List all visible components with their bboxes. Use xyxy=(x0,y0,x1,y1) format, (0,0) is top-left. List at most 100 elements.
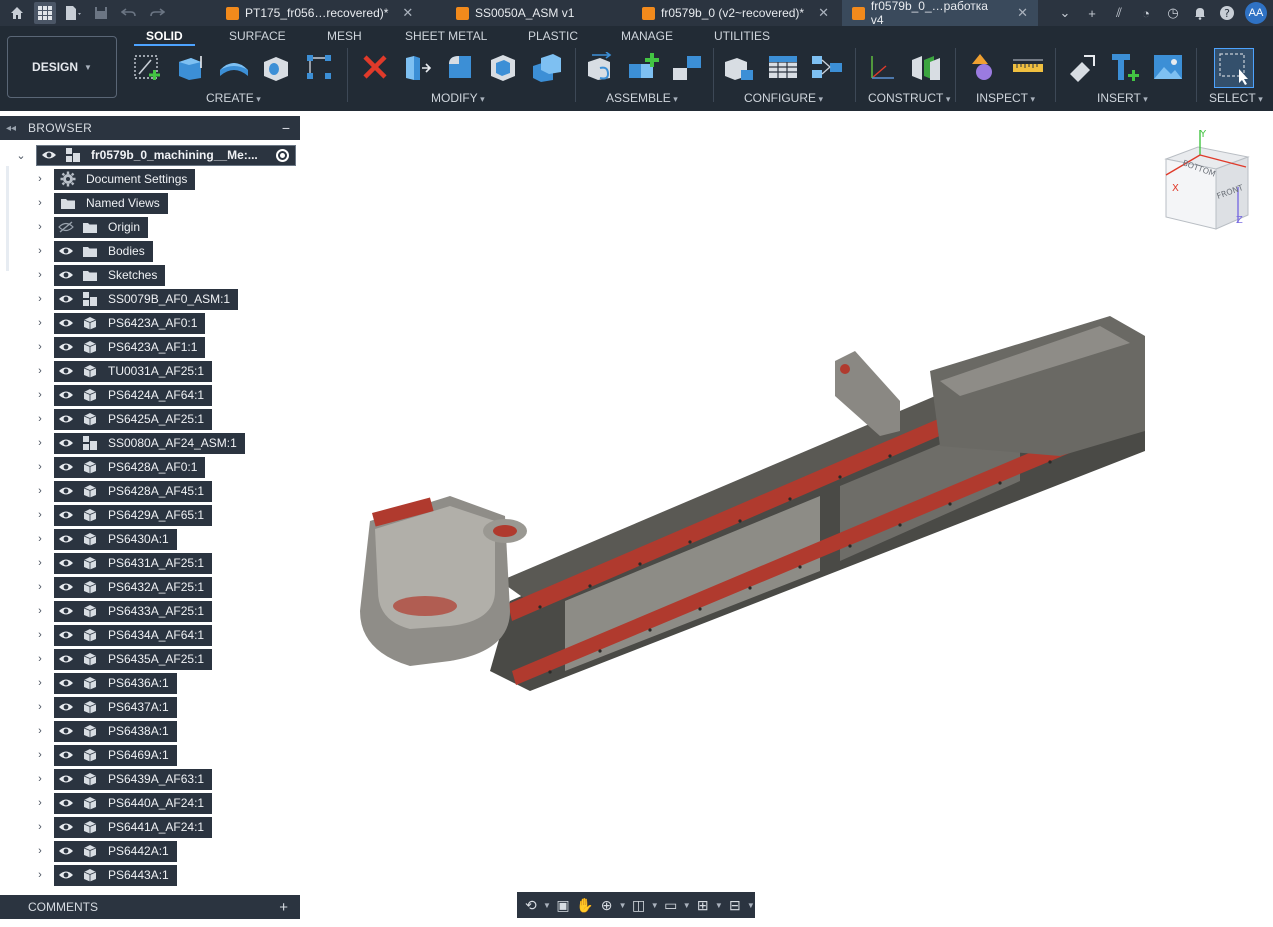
viewcube[interactable]: Y X Z BOTTOM FRONT xyxy=(1158,127,1253,232)
expand-chevron-icon[interactable]: › xyxy=(35,509,45,521)
tree-node[interactable]: SS0079B_AF0_ASM:1 xyxy=(54,288,239,310)
tree-node[interactable]: PS6428A_AF0:1 xyxy=(54,456,206,478)
new-component-icon[interactable] xyxy=(586,51,616,82)
grid-settings-icon[interactable]: ⊞ xyxy=(693,894,713,916)
tree-node[interactable]: Document Settings xyxy=(54,168,196,190)
tree-node[interactable]: PS6423A_AF0:1 xyxy=(54,312,206,334)
help-icon[interactable]: ? xyxy=(1218,4,1236,22)
visibility-eye-icon[interactable] xyxy=(39,145,59,166)
expand-chevron-icon[interactable]: › xyxy=(35,389,45,401)
zoom-icon[interactable]: ⊕ xyxy=(597,894,617,916)
tab-utilities[interactable]: UTILITIES xyxy=(714,29,770,43)
tree-node[interactable]: PS6438A:1 xyxy=(54,720,177,742)
delete-icon[interactable] xyxy=(360,52,390,82)
online-status-icon[interactable]: ◔ xyxy=(1137,4,1155,22)
add-comment-plus-icon[interactable]: + xyxy=(279,899,288,916)
zoom-caret-icon[interactable]: ▼ xyxy=(619,894,627,916)
group-insert[interactable]: INSERT xyxy=(1097,91,1148,105)
file-menu-icon[interactable] xyxy=(62,2,84,24)
expand-chevron-icon[interactable]: › xyxy=(35,437,45,449)
expand-chevron-icon[interactable]: › xyxy=(35,773,45,785)
home-icon[interactable] xyxy=(6,2,28,24)
visibility-eye-icon[interactable] xyxy=(56,553,76,574)
tree-node[interactable]: PS6441A_AF24:1 xyxy=(54,816,213,838)
document-tab[interactable]: fr0579b_0 (v2~recovered)* ✕ xyxy=(632,0,839,26)
group-inspect[interactable]: INSPECT xyxy=(976,91,1035,105)
document-tab-active[interactable]: fr0579b_0_…работка v4 ✕ xyxy=(842,0,1038,27)
group-assemble[interactable]: ASSEMBLE xyxy=(606,91,678,105)
visibility-eye-icon[interactable] xyxy=(56,529,76,550)
pattern-icon[interactable] xyxy=(304,52,334,82)
expand-chevron-icon[interactable]: › xyxy=(35,845,45,857)
tree-node[interactable]: PS6440A_AF24:1 xyxy=(54,792,213,814)
visibility-eye-icon[interactable] xyxy=(56,601,76,622)
redo-icon[interactable] xyxy=(146,2,168,24)
combine-icon[interactable] xyxy=(531,52,561,82)
tree-node[interactable]: PS6433A_AF25:1 xyxy=(54,600,213,622)
display-settings-icon[interactable]: ▭ xyxy=(661,894,681,916)
visibility-eye-icon[interactable] xyxy=(56,817,76,838)
visibility-eye-icon[interactable] xyxy=(56,241,76,262)
document-tab[interactable]: SS0050A_ASM v1 xyxy=(446,0,584,26)
expand-chevron-icon[interactable]: › xyxy=(35,197,45,209)
close-tab-icon[interactable]: ✕ xyxy=(1017,5,1028,21)
visibility-eye-icon[interactable] xyxy=(56,457,76,478)
tab-solid[interactable]: SOLID xyxy=(134,29,195,46)
tree-node[interactable]: Bodies xyxy=(54,240,153,262)
job-status-clock-icon[interactable]: ◷ xyxy=(1164,4,1182,22)
as-built-joint-icon[interactable] xyxy=(671,52,701,82)
tree-node[interactable]: PS6442A:1 xyxy=(54,840,177,862)
visibility-eye-icon[interactable] xyxy=(56,313,76,334)
new-tab-plus-icon[interactable]: + xyxy=(1083,4,1101,22)
group-configure[interactable]: CONFIGURE xyxy=(744,91,823,105)
expand-chevron-icon[interactable]: › xyxy=(35,557,45,569)
close-tab-icon[interactable]: ✕ xyxy=(402,5,413,21)
tree-node[interactable]: SS0080A_AF24_ASM:1 xyxy=(54,432,245,454)
group-modify[interactable]: MODIFY xyxy=(431,91,485,105)
tree-root-node[interactable]: fr0579b_0_machining__Me:... xyxy=(36,144,296,166)
tree-node[interactable]: PS6469A:1 xyxy=(54,744,177,766)
expand-chevron-icon[interactable]: › xyxy=(35,533,45,545)
expand-chevron-icon[interactable]: › xyxy=(35,413,45,425)
data-panel-grid-icon[interactable] xyxy=(34,2,56,24)
workspace-switcher-button[interactable]: DESIGN ▼ xyxy=(7,36,117,98)
expand-chevron-icon[interactable]: › xyxy=(35,749,45,761)
visibility-eye-icon[interactable] xyxy=(56,673,76,694)
notification-bell-icon[interactable] xyxy=(1191,4,1209,22)
expand-chevron-icon[interactable]: › xyxy=(35,245,45,257)
expand-chevron-icon[interactable]: › xyxy=(35,605,45,617)
tree-node[interactable]: PS6437A:1 xyxy=(54,696,177,718)
tree-node[interactable]: PS6436A:1 xyxy=(54,672,177,694)
undo-icon[interactable] xyxy=(118,2,140,24)
user-avatar[interactable]: AA xyxy=(1245,2,1267,24)
comments-panel-header[interactable]: COMMENTS + xyxy=(0,895,300,919)
visibility-eye-icon[interactable] xyxy=(56,577,76,598)
expand-chevron-icon[interactable]: › xyxy=(35,485,45,497)
tree-node[interactable]: PS6424A_AF64:1 xyxy=(54,384,213,406)
visibility-eye-icon[interactable] xyxy=(56,265,76,286)
orbit-icon[interactable]: ⟲ xyxy=(521,894,541,916)
shell-icon[interactable] xyxy=(488,52,518,82)
expand-chevron-icon[interactable]: › xyxy=(35,677,45,689)
save-icon[interactable] xyxy=(90,2,112,24)
tree-node[interactable]: PS6443A:1 xyxy=(54,864,177,886)
tree-node[interactable]: Named Views xyxy=(54,192,168,214)
expand-chevron-icon[interactable]: › xyxy=(35,293,45,305)
tree-node[interactable]: PS6423A_AF1:1 xyxy=(54,336,206,358)
look-at-icon[interactable]: ▣ xyxy=(553,894,573,916)
expand-chevron-icon[interactable]: › xyxy=(35,317,45,329)
visibility-eye-icon[interactable] xyxy=(56,385,76,406)
3d-viewport[interactable]: Y X Z BOTTOM FRONT xyxy=(300,111,1273,922)
measure-ruler-icon[interactable] xyxy=(1012,52,1043,82)
visibility-eye-icon[interactable] xyxy=(56,721,76,742)
tab-surface[interactable]: SURFACE xyxy=(229,29,286,43)
fit-caret-icon[interactable]: ▼ xyxy=(651,894,659,916)
display-caret-icon[interactable]: ▼ xyxy=(683,894,691,916)
minimize-panel-icon[interactable]: − xyxy=(282,120,290,136)
expand-chevron-icon[interactable]: › xyxy=(35,821,45,833)
visibility-eye-icon[interactable] xyxy=(56,865,76,886)
visibility-eye-icon[interactable] xyxy=(56,289,76,310)
tab-manage[interactable]: MANAGE xyxy=(621,29,673,43)
visibility-eye-icon[interactable] xyxy=(56,769,76,790)
chevron-down-icon[interactable]: ⌄ xyxy=(1056,4,1074,22)
